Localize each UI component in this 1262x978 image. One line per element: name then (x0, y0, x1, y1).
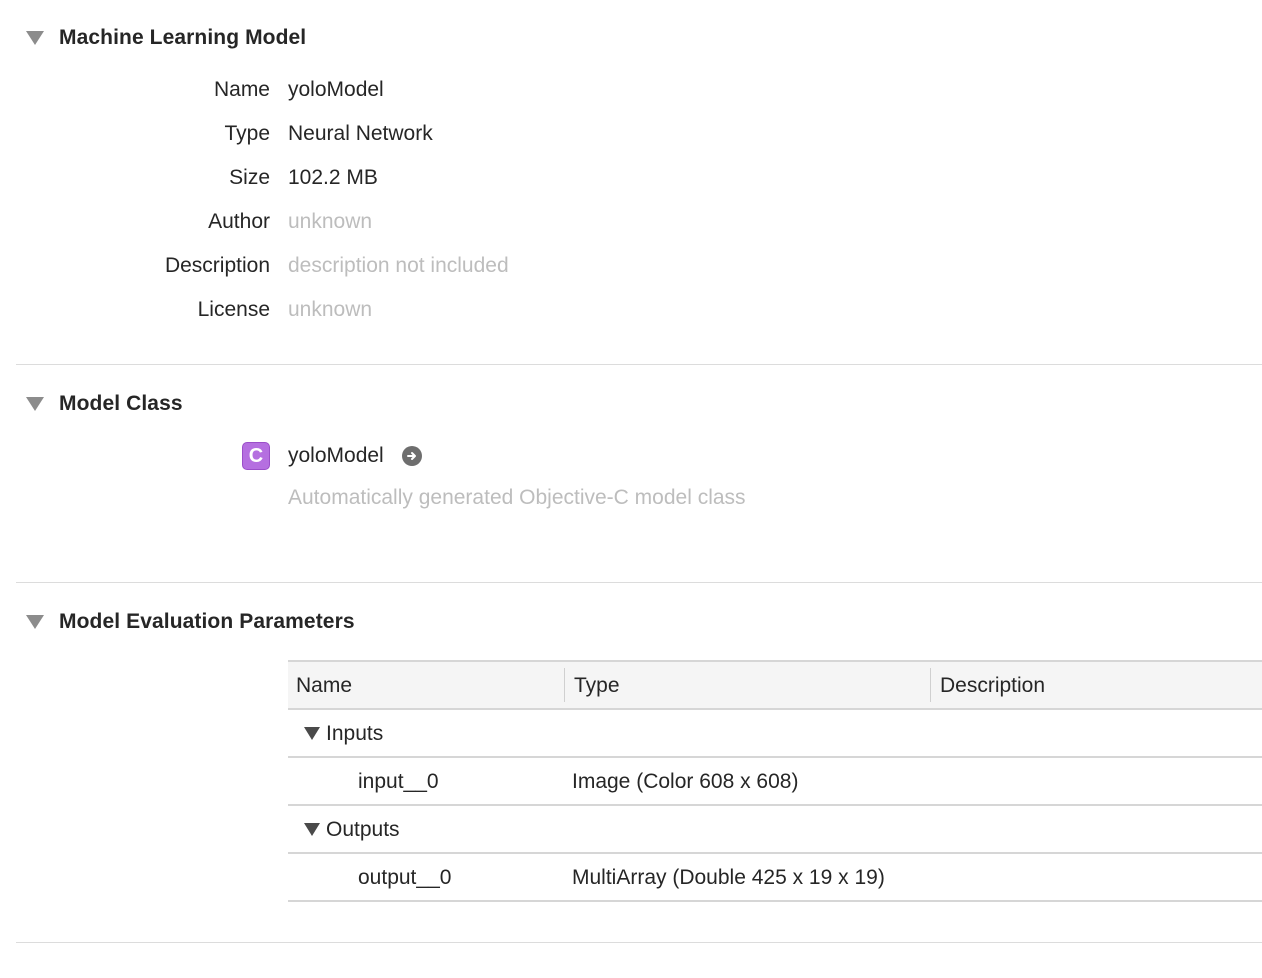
param-name: input__0 (358, 770, 439, 793)
property-row-author: Author unknown (0, 207, 900, 237)
property-value: Neural Network (288, 122, 433, 145)
column-separator[interactable] (564, 668, 565, 702)
property-label: Name (213, 78, 270, 101)
param-type: MultiArray (Double 425 x 19 x 19) (572, 866, 885, 889)
disclosure-triangle-icon[interactable] (26, 615, 44, 629)
property-value: 102.2 MB (288, 166, 378, 189)
property-label: Size (229, 166, 270, 189)
property-value: yoloModel (288, 78, 384, 101)
property-value: unknown (288, 210, 373, 233)
property-value: unknown (288, 298, 373, 321)
property-label: Type (224, 122, 270, 145)
disclosure-triangle-icon[interactable] (304, 727, 320, 740)
column-header-type[interactable]: Type (574, 674, 620, 698)
group-label: Inputs (326, 722, 384, 745)
param-name: output__0 (358, 866, 452, 889)
section-title: Model Evaluation Parameters (59, 610, 355, 633)
section-header-eval-params[interactable]: Model Evaluation Parameters (26, 607, 355, 637)
disclosure-triangle-icon[interactable] (26, 397, 44, 411)
section-header-model-class[interactable]: Model Class (26, 389, 183, 419)
disclosure-triangle-icon[interactable] (26, 31, 44, 45)
disclosure-triangle-icon[interactable] (304, 823, 320, 836)
model-class-name: yoloModel (288, 444, 384, 467)
section-divider (16, 942, 1262, 943)
table-group-row-inputs[interactable]: Inputs (288, 710, 1262, 758)
section-title: Model Class (59, 392, 183, 415)
section-divider (16, 582, 1262, 583)
table-header: Name Type Description (288, 660, 1262, 710)
section-title: Machine Learning Model (59, 26, 307, 49)
property-value: description not included (288, 254, 509, 277)
arrow-right-circle-icon[interactable] (401, 446, 422, 466)
table-group-row-outputs[interactable]: Outputs (288, 806, 1262, 854)
property-row-description: Description description not included (0, 251, 900, 281)
property-row-type: Type Neural Network (0, 119, 900, 149)
group-label: Outputs (326, 818, 400, 841)
class-c-icon: C (242, 442, 270, 470)
property-row-license: License unknown (0, 295, 900, 325)
property-row-size: Size 102.2 MB (0, 163, 900, 193)
property-label: License (197, 298, 270, 321)
property-label: Description (164, 254, 270, 277)
property-row-name: Name yoloModel (0, 75, 900, 105)
table-row[interactable]: output__0 MultiArray (Double 425 x 19 x … (288, 854, 1262, 902)
parameters-table: Name Type Description Inputs input__0 Im… (288, 660, 1262, 902)
column-header-name[interactable]: Name (296, 674, 352, 698)
table-row[interactable]: input__0 Image (Color 608 x 608) (288, 758, 1262, 806)
section-divider (16, 364, 1262, 365)
param-type: Image (Color 608 x 608) (572, 770, 799, 793)
property-label: Author (208, 210, 270, 233)
column-header-description[interactable]: Description (940, 674, 1045, 698)
column-separator[interactable] (930, 668, 931, 702)
model-class-description: Automatically generated Objective-C mode… (288, 486, 746, 509)
model-class-row: C yoloModel (242, 441, 422, 471)
section-header-ml-model[interactable]: Machine Learning Model (26, 23, 306, 53)
